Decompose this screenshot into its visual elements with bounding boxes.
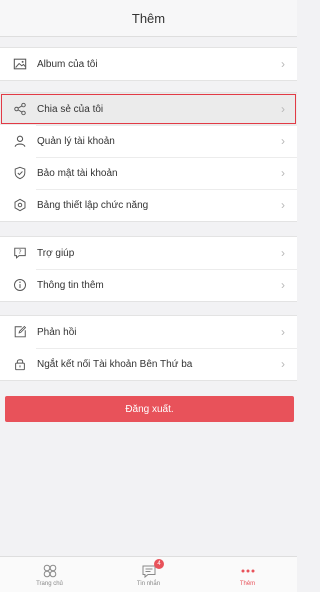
chevron-right-icon: › bbox=[281, 166, 285, 180]
menu-item-label: Album của tôi bbox=[37, 58, 98, 70]
help-chat-icon: ? bbox=[12, 245, 28, 261]
menu-item-account-management[interactable]: Quản lý tài khoản › bbox=[0, 125, 297, 157]
feedback-edit-icon bbox=[12, 324, 28, 340]
menu-group-account: Chia sẻ của tôi › Quản lý tài khoản › Bả… bbox=[0, 92, 297, 222]
chevron-right-icon: › bbox=[281, 325, 285, 339]
bottom-tab-bar: Trang chủ 4 Tin nhắn Thêm bbox=[0, 556, 297, 592]
settings-hex-icon bbox=[12, 197, 28, 213]
svg-text:?: ? bbox=[18, 249, 21, 256]
chevron-right-icon: › bbox=[281, 57, 285, 71]
menu-item-my-shares[interactable]: Chia sẻ của tôi › bbox=[0, 93, 297, 125]
menu-item-label: Phản hồi bbox=[37, 326, 77, 338]
chevron-right-icon: › bbox=[281, 198, 285, 212]
info-icon bbox=[12, 277, 28, 293]
menu-group-album: Album của tôi › bbox=[0, 47, 297, 81]
chevron-right-icon: › bbox=[281, 246, 285, 260]
share-icon bbox=[12, 101, 28, 117]
menu-item-label: Chia sẻ của tôi bbox=[37, 103, 104, 115]
menu-item-label: Ngắt kết nối Tài khoản Bên Thứ ba bbox=[37, 358, 193, 370]
tab-more[interactable]: Thêm bbox=[198, 557, 297, 592]
menu-group-feedback: Phản hồi › Ngắt kết nối Tài khoản Bên Th… bbox=[0, 315, 297, 381]
tab-label: Tin nhắn bbox=[136, 580, 161, 587]
menu-item-function-settings[interactable]: Bảng thiết lập chức năng › bbox=[0, 189, 297, 221]
lock-icon bbox=[12, 356, 28, 372]
menu-item-label: Bảo mật tài khoản bbox=[37, 167, 118, 179]
menu-item-album[interactable]: Album của tôi › bbox=[0, 48, 297, 80]
menu-item-more-info[interactable]: Thông tin thêm › bbox=[0, 269, 297, 301]
more-dots-icon bbox=[240, 563, 256, 579]
menu-item-disconnect-third-party[interactable]: Ngắt kết nối Tài khoản Bên Thứ ba › bbox=[0, 348, 297, 380]
unread-badge: 4 bbox=[154, 559, 164, 569]
tab-home[interactable]: Trang chủ bbox=[0, 557, 99, 592]
tab-label: Thêm bbox=[239, 580, 256, 587]
image-icon bbox=[12, 56, 28, 72]
page-title: Thêm bbox=[131, 10, 166, 26]
menu-item-help[interactable]: ? Trợ giúp › bbox=[0, 237, 297, 269]
menu-group-help: ? Trợ giúp › Thông tin thêm › bbox=[0, 236, 297, 302]
logout-button[interactable]: Đăng xuất. bbox=[5, 396, 294, 422]
tab-messages[interactable]: 4 Tin nhắn bbox=[99, 557, 198, 592]
tab-label: Trang chủ bbox=[36, 580, 63, 587]
menu-item-account-security[interactable]: Bảo mật tài khoản › bbox=[0, 157, 297, 189]
shield-check-icon bbox=[12, 165, 28, 181]
top-bar: Thêm bbox=[0, 0, 297, 37]
chevron-right-icon: › bbox=[281, 357, 285, 371]
menu-item-label: Trợ giúp bbox=[37, 247, 75, 259]
menu-item-feedback[interactable]: Phản hồi › bbox=[0, 316, 297, 348]
chevron-right-icon: › bbox=[281, 278, 285, 292]
menu-item-label: Thông tin thêm bbox=[37, 279, 104, 291]
home-icon bbox=[42, 563, 58, 579]
menu-item-label: Quản lý tài khoản bbox=[37, 135, 115, 147]
menu-item-label: Bảng thiết lập chức năng bbox=[37, 199, 149, 211]
user-icon bbox=[12, 133, 28, 149]
chevron-right-icon: › bbox=[281, 102, 285, 116]
chevron-right-icon: › bbox=[281, 134, 285, 148]
